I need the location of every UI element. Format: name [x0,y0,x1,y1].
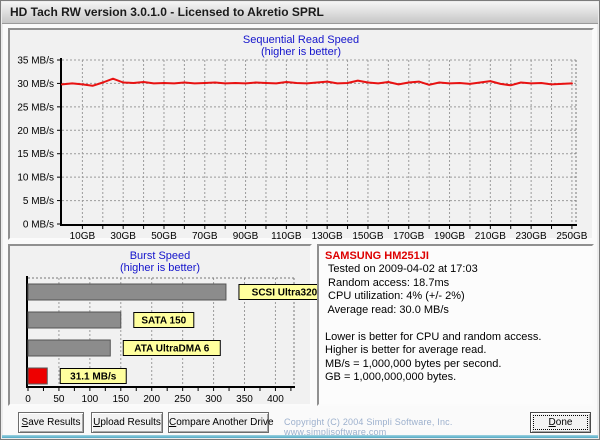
svg-text:SATA 150: SATA 150 [141,316,186,327]
svg-text:110GB: 110GB [271,231,302,242]
upload-results-button[interactable]: Upload Results [91,412,163,433]
svg-text:10GB: 10GB [70,231,96,242]
svg-text:30GB: 30GB [110,231,136,242]
save-results-button[interactable]: Save Results [18,412,84,433]
svg-text:170GB: 170GB [393,231,424,242]
info-line: CPU utilization: 4% (+/- 2%) [325,290,586,304]
svg-text:35 MB/s: 35 MB/s [17,56,54,67]
svg-text:210GB: 210GB [475,231,506,242]
svg-text:90GB: 90GB [233,231,259,242]
svg-text:0 MB/s: 0 MB/s [23,220,54,231]
svg-text:10 MB/s: 10 MB/s [17,173,54,184]
info-line: MB/s = 1,000,000 bytes per second. [325,358,586,372]
svg-text:15 MB/s: 15 MB/s [17,149,54,160]
svg-text:230GB: 230GB [516,231,547,242]
info-line: Random access: 18.7ms [325,277,586,291]
svg-text:100: 100 [82,394,99,405]
svg-text:350: 350 [236,394,253,405]
info-line: GB = 1,000,000,000 bytes. [325,371,586,385]
svg-text:400: 400 [267,394,284,405]
svg-text:0: 0 [25,394,31,405]
svg-text:250: 250 [174,394,191,405]
sequential-read-chart: 0 MB/s 5 MB/s 10 MB/s 15 MB/s 20 MB/s 25 MB/s… [10,30,592,238]
info-line: Average read: 30.0 MB/s [325,304,586,318]
svg-text:ATA UltraDMA 6: ATA UltraDMA 6 [134,344,209,355]
app-window: HD Tach RW version 3.0.1.0 - Licensed to… [0,0,600,440]
drive-name: SAMSUNG HM251JI [325,249,586,263]
svg-text:31.1 MB/s: 31.1 MB/s [70,372,117,383]
svg-text:30 MB/s: 30 MB/s [17,79,54,90]
done-button[interactable]: Done [530,412,591,433]
svg-text:5 MB/s: 5 MB/s [23,196,54,207]
svg-text:200: 200 [143,394,160,405]
svg-text:SCSI Ultra320: SCSI Ultra320 [252,288,318,299]
svg-text:190GB: 190GB [434,231,465,242]
window-title: HD Tach RW version 3.0.1.0 - Licensed to… [10,5,324,19]
svg-text:20 MB/s: 20 MB/s [17,126,54,137]
drive-info-panel: SAMSUNG HM251JI Tested on 2009-04-02 at … [317,244,594,406]
info-line [325,317,586,331]
compare-another-drive-button[interactable]: Compare Another Drive [168,412,269,433]
svg-text:130GB: 130GB [312,231,343,242]
info-line: Tested on 2009-04-02 at 17:03 [325,263,586,277]
info-line: Lower is better for CPU and random acces… [325,331,586,345]
sequential-read-panel: Sequential Read Speed (higher is better)… [8,28,594,240]
svg-text:150GB: 150GB [352,231,383,242]
svg-text:70GB: 70GB [192,231,218,242]
svg-text:50: 50 [53,394,65,405]
svg-text:300: 300 [205,394,222,405]
title-bar[interactable]: HD Tach RW version 3.0.1.0 - Licensed to… [2,2,598,24]
burst-speed-panel: Burst Speed (higher is better) 050100150… [8,244,312,406]
copyright-text: Copyright (C) 2004 Simpli Software, Inc.… [284,417,534,437]
svg-text:150: 150 [112,394,129,405]
info-line: Higher is better for average read. [325,344,586,358]
svg-text:250GB: 250GB [556,231,587,242]
svg-text:25 MB/s: 25 MB/s [17,102,54,113]
svg-text:50GB: 50GB [151,231,177,242]
burst-speed-chart: 050100150200250300350400SCSI Ultra320SAT… [10,246,310,404]
window-bottom-border [2,435,598,438]
